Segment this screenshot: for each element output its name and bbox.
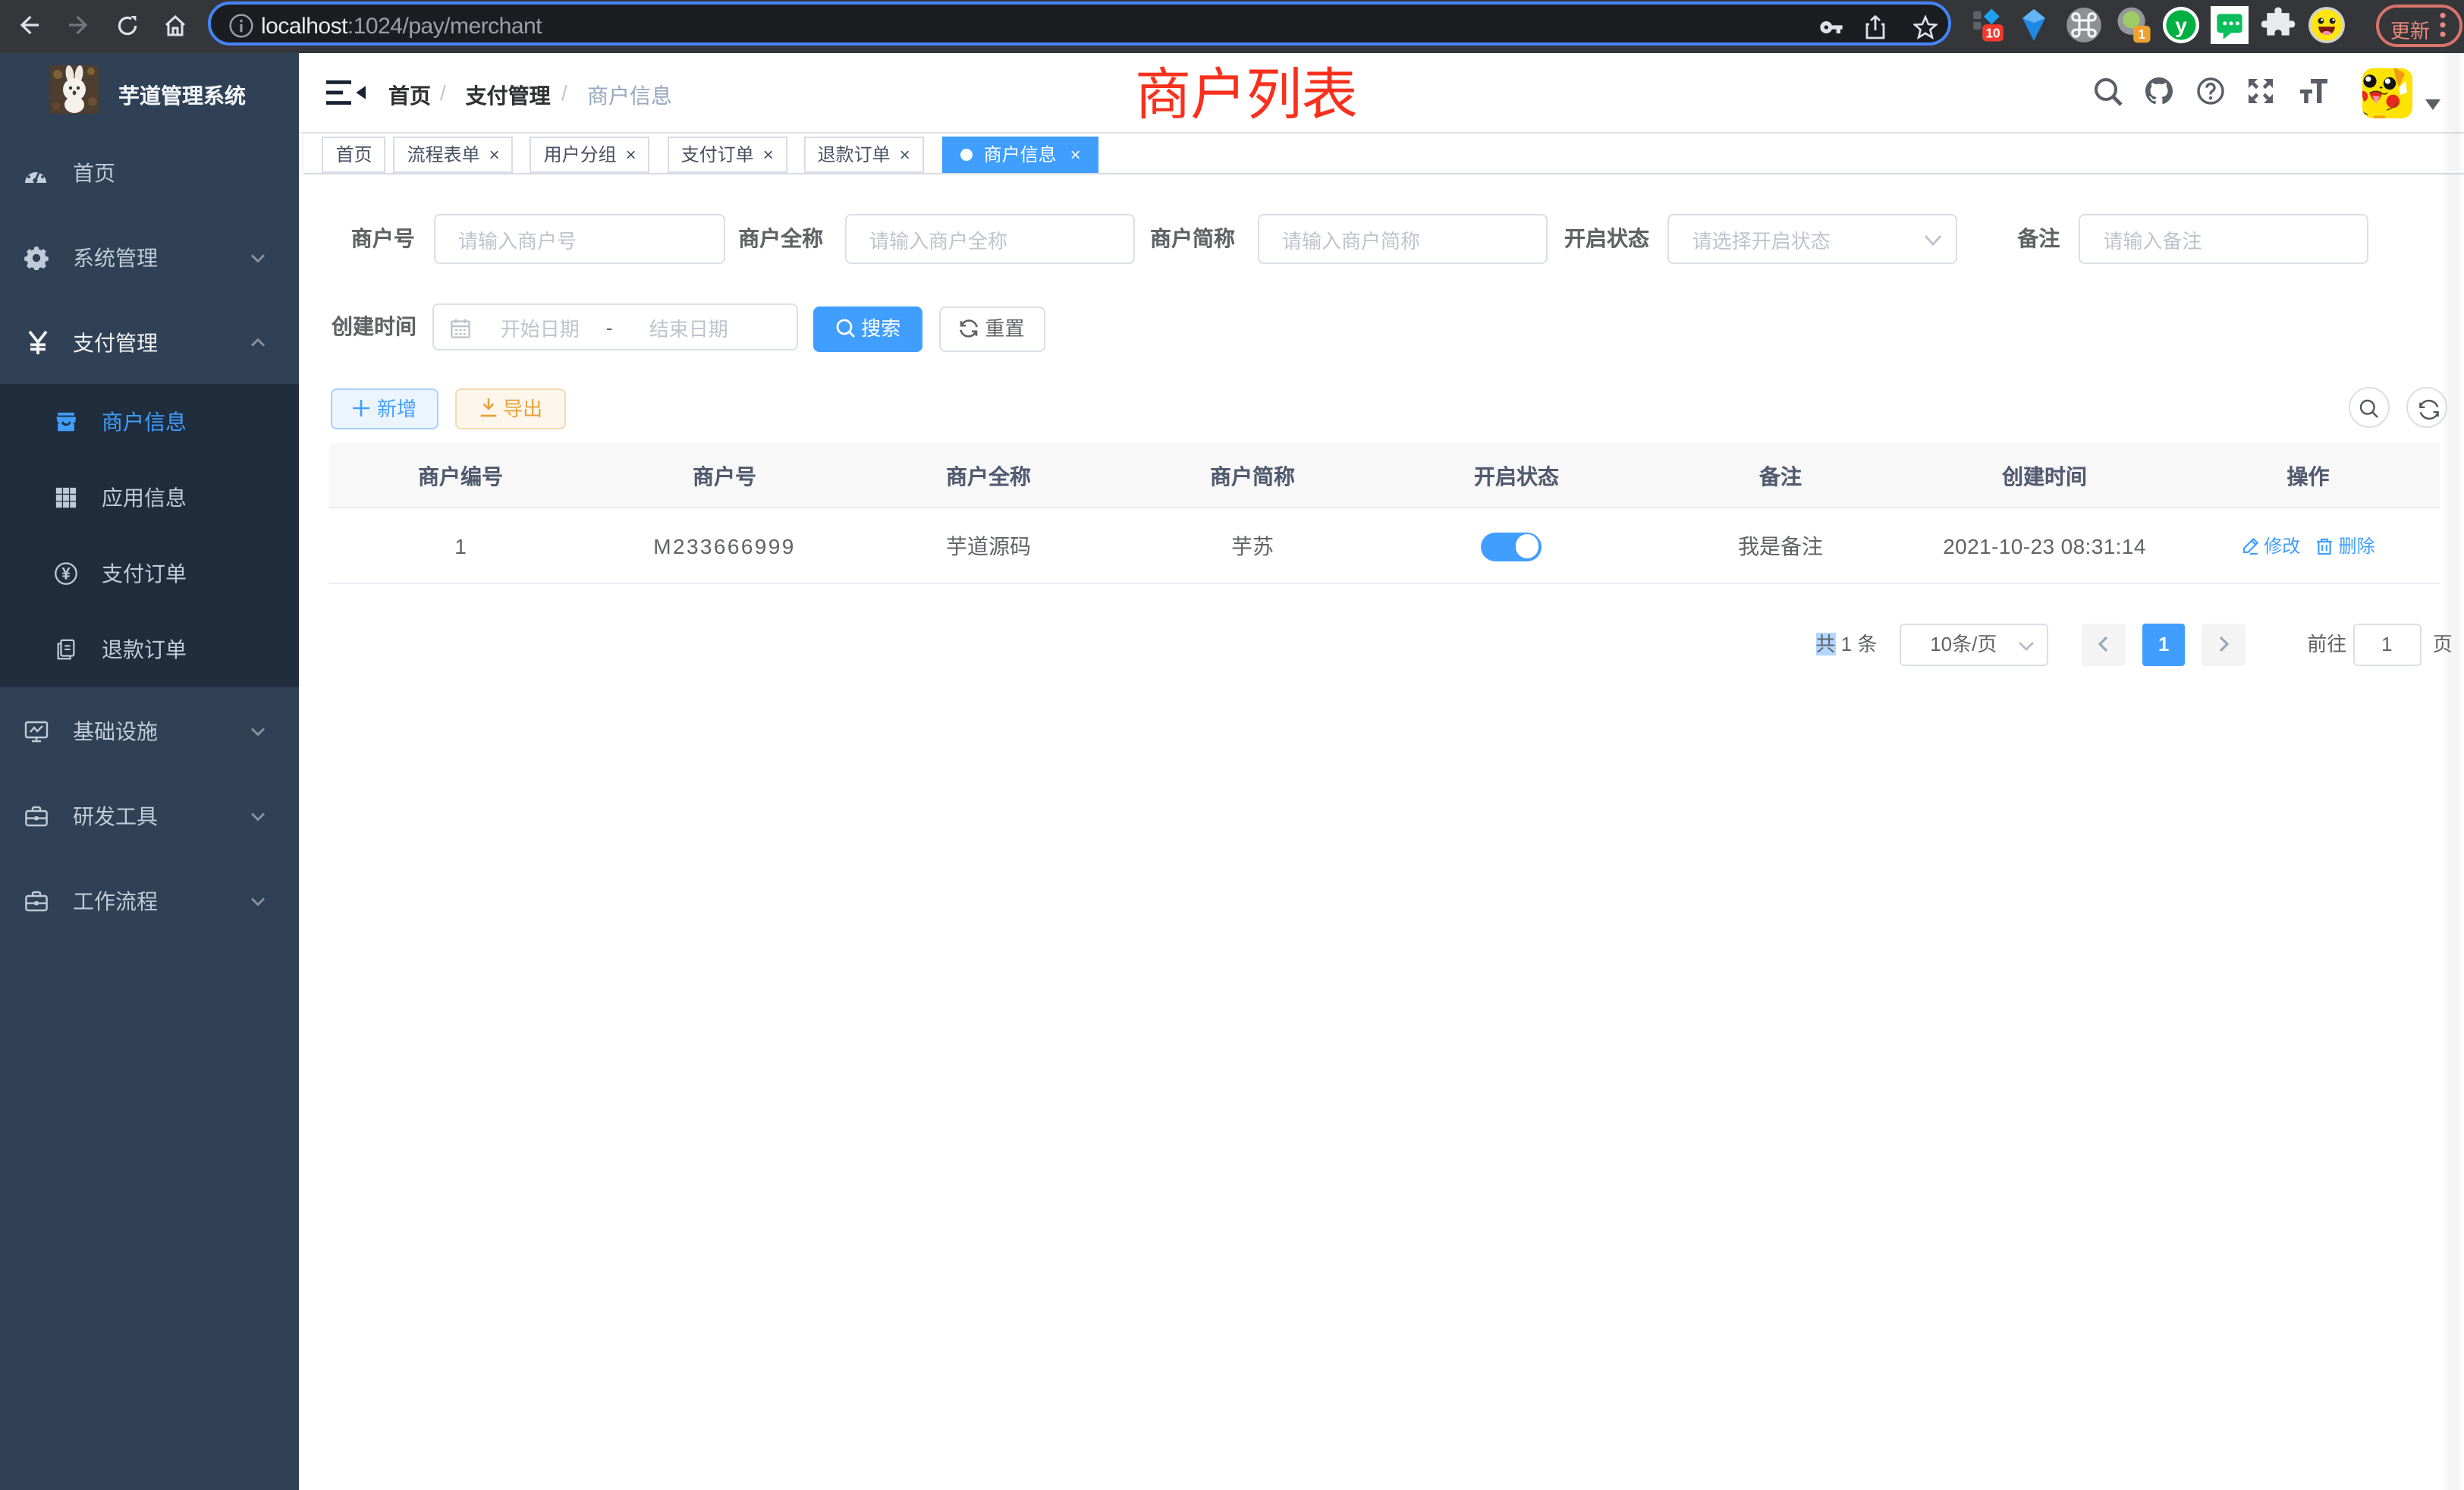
svg-text:1: 1 xyxy=(2139,27,2146,42)
svg-text:y: y xyxy=(2174,14,2186,37)
svg-text:10: 10 xyxy=(1985,25,2000,40)
